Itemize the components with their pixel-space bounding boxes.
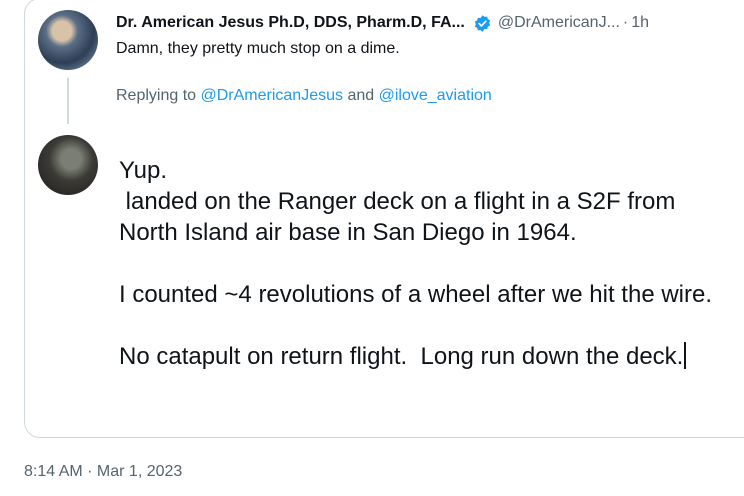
reply-line-4-wrap: No catapult on return flight. Long run d… [119,341,739,372]
separator-dot: · [622,14,629,31]
reply-line-4: No catapult on return flight. Long run d… [119,343,684,370]
text-cursor [684,342,687,369]
quoted-tweet-time[interactable]: 1h [631,14,649,32]
reply-composer-text[interactable]: Yup. landed on the Ranger deck on a flig… [119,155,739,372]
mention-link-1[interactable]: @DrAmericanJesus [201,87,344,104]
replying-to-conjunction: and [347,87,375,104]
user-avatar[interactable] [38,135,98,195]
quoted-tweet-header: Dr. American Jesus Ph.D, DDS, Pharm.D, F… [116,12,744,34]
reply-line-1: Yup. [119,157,168,184]
quoted-author-handle[interactable]: @DrAmericanJ... [498,14,620,32]
quoted-author-avatar[interactable] [38,10,98,70]
quoted-tweet-text: Damn, they pretty much stop on a dime. [116,40,400,57]
mention-link-2[interactable]: @ilove_aviation [379,87,492,104]
verified-badge-icon [474,14,491,32]
replying-to-prefix: Replying to [116,87,197,104]
reply-line-2: landed on the Ranger deck on a flight in… [119,188,683,246]
thread-connector-line [67,78,69,124]
tweet-timestamp[interactable]: 8:14 AM · Mar 1, 2023 [24,463,182,481]
reply-line-3: I counted ~4 revolutions of a wheel afte… [119,281,713,308]
quoted-author-name[interactable]: Dr. American Jesus Ph.D, DDS, Pharm.D, F… [116,14,465,32]
replying-to-line: Replying to @DrAmericanJesus and @ilove_… [116,87,492,105]
